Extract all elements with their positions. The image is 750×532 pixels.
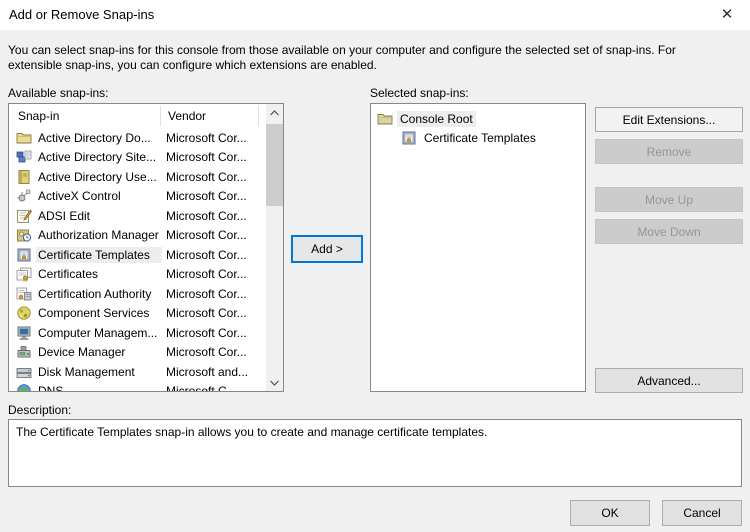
snapin-name[interactable]: Disk Management xyxy=(36,364,162,380)
snapin-name[interactable]: Component Services xyxy=(36,305,162,321)
snapin-vendor: Microsoft Cor... xyxy=(162,248,247,262)
snapin-vendor: Microsoft C... xyxy=(162,384,237,391)
advanced-button[interactable]: Advanced... xyxy=(595,368,743,393)
activex-icon xyxy=(16,188,32,204)
column-divider xyxy=(258,106,259,126)
table-row[interactable]: Certification AuthorityMicrosoft Cor... xyxy=(9,284,266,304)
ok-button[interactable]: OK xyxy=(570,500,650,526)
list-header: Snap-in Vendor xyxy=(9,104,266,128)
snapin-name[interactable]: Active Directory Do... xyxy=(36,130,162,146)
snapin-name[interactable]: Active Directory Use... xyxy=(36,169,162,185)
table-row[interactable]: Computer Managem...Microsoft Cor... xyxy=(9,323,266,343)
table-row[interactable]: Active Directory Use...Microsoft Cor... xyxy=(9,167,266,187)
snapin-name[interactable]: ActiveX Control xyxy=(36,188,162,204)
globe-icon xyxy=(16,383,32,391)
intro-text: You can select snap-ins for this console… xyxy=(8,43,724,73)
device-icon xyxy=(16,344,32,360)
snapin-vendor: Microsoft Cor... xyxy=(162,170,247,184)
table-row[interactable]: Device ManagerMicrosoft Cor... xyxy=(9,343,266,363)
snapin-vendor: Microsoft Cor... xyxy=(162,228,247,242)
available-snapins-label: Available snap-ins: xyxy=(8,86,109,100)
snapin-name[interactable]: Certificate Templates xyxy=(36,247,162,263)
certificate-template-icon xyxy=(401,130,417,146)
authorization-icon xyxy=(16,227,32,243)
snapin-name[interactable]: ADSI Edit xyxy=(36,208,162,224)
snapin-vendor: Microsoft Cor... xyxy=(162,150,247,164)
folder-icon xyxy=(16,130,32,146)
snapin-name[interactable]: DNS xyxy=(36,383,162,391)
snapin-vendor: Microsoft Cor... xyxy=(162,287,247,301)
snapin-vendor: Microsoft Cor... xyxy=(162,345,247,359)
edit-icon xyxy=(16,208,32,224)
snapin-vendor: Microsoft Cor... xyxy=(162,209,247,223)
tree-item[interactable]: Certificate Templates xyxy=(371,128,585,147)
table-row[interactable]: Active Directory Site...Microsoft Cor... xyxy=(9,148,266,168)
title-bar: Add or Remove Snap-ins ✕ xyxy=(0,0,750,30)
description-label: Description: xyxy=(8,403,71,417)
console-root-folder-icon xyxy=(377,111,393,127)
column-header-snapin[interactable]: Snap-in xyxy=(18,109,59,123)
available-snapins-list[interactable]: Snap-in Vendor Active Directory Do...Mic… xyxy=(8,103,284,392)
description-text: The Certificate Templates snap-in allows… xyxy=(16,425,734,440)
authority-icon xyxy=(16,286,32,302)
snapin-vendor: Microsoft Cor... xyxy=(162,189,247,203)
description-box: The Certificate Templates snap-in allows… xyxy=(8,419,742,487)
snapin-vendor: Microsoft Cor... xyxy=(162,306,247,320)
computer-icon xyxy=(16,325,32,341)
snapin-name[interactable]: Computer Managem... xyxy=(36,325,162,341)
edit-extensions-button[interactable]: Edit Extensions... xyxy=(595,107,743,132)
snapin-vendor: Microsoft Cor... xyxy=(162,267,247,281)
snapin-vendor: Microsoft and... xyxy=(162,365,248,379)
snapin-name[interactable]: Certification Authority xyxy=(36,286,162,302)
cancel-button[interactable]: Cancel xyxy=(662,500,742,526)
table-row[interactable]: Active Directory Do...Microsoft Cor... xyxy=(9,128,266,148)
snapin-name[interactable]: Device Manager xyxy=(36,344,162,360)
available-rows: Active Directory Do...Microsoft Cor...Ac… xyxy=(9,128,266,391)
snapin-name[interactable]: Authorization Manager xyxy=(36,227,162,243)
table-row[interactable]: ActiveX ControlMicrosoft Cor... xyxy=(9,187,266,207)
table-row[interactable]: Authorization ManagerMicrosoft Cor... xyxy=(9,226,266,246)
add-remove-snapins-dialog: Add or Remove Snap-ins ✕ You can select … xyxy=(0,0,750,532)
tree-item-label[interactable]: Certificate Templates xyxy=(421,130,539,146)
column-divider xyxy=(160,106,161,126)
component-icon xyxy=(16,305,32,321)
certificate-template-icon xyxy=(16,247,32,263)
table-row[interactable]: ADSI EditMicrosoft Cor... xyxy=(9,206,266,226)
snapin-name[interactable]: Active Directory Site... xyxy=(36,149,162,165)
disk-icon xyxy=(16,364,32,380)
window-title: Add or Remove Snap-ins xyxy=(9,7,154,22)
table-row[interactable]: Disk ManagementMicrosoft and... xyxy=(9,362,266,382)
table-row[interactable]: Component ServicesMicrosoft Cor... xyxy=(9,304,266,324)
book-icon xyxy=(16,169,32,185)
remove-button[interactable]: Remove xyxy=(595,139,743,164)
scroll-up-icon[interactable] xyxy=(266,104,283,121)
scrollbar[interactable] xyxy=(266,104,283,391)
certificates-icon xyxy=(16,266,32,282)
scroll-thumb[interactable] xyxy=(266,124,283,206)
scroll-down-icon[interactable] xyxy=(266,374,283,391)
add-button[interactable]: Add > xyxy=(291,235,363,263)
table-row[interactable]: DNSMicrosoft C... xyxy=(9,382,266,392)
tree-item[interactable]: Console Root xyxy=(371,109,585,128)
column-header-vendor[interactable]: Vendor xyxy=(168,109,206,123)
move-down-button[interactable]: Move Down xyxy=(595,219,743,244)
selected-snapins-label: Selected snap-ins: xyxy=(370,86,469,100)
snapin-vendor: Microsoft Cor... xyxy=(162,131,247,145)
close-icon[interactable]: ✕ xyxy=(717,5,737,25)
snapin-vendor: Microsoft Cor... xyxy=(162,326,247,340)
sites-icon xyxy=(16,149,32,165)
table-row[interactable]: Certificate TemplatesMicrosoft Cor... xyxy=(9,245,266,265)
snapin-name[interactable]: Certificates xyxy=(36,266,162,282)
selected-snapins-list[interactable]: Console Root Certificate Templates xyxy=(370,103,586,392)
move-up-button[interactable]: Move Up xyxy=(595,187,743,212)
tree-item-label[interactable]: Console Root xyxy=(397,111,476,127)
table-row[interactable]: CertificatesMicrosoft Cor... xyxy=(9,265,266,285)
